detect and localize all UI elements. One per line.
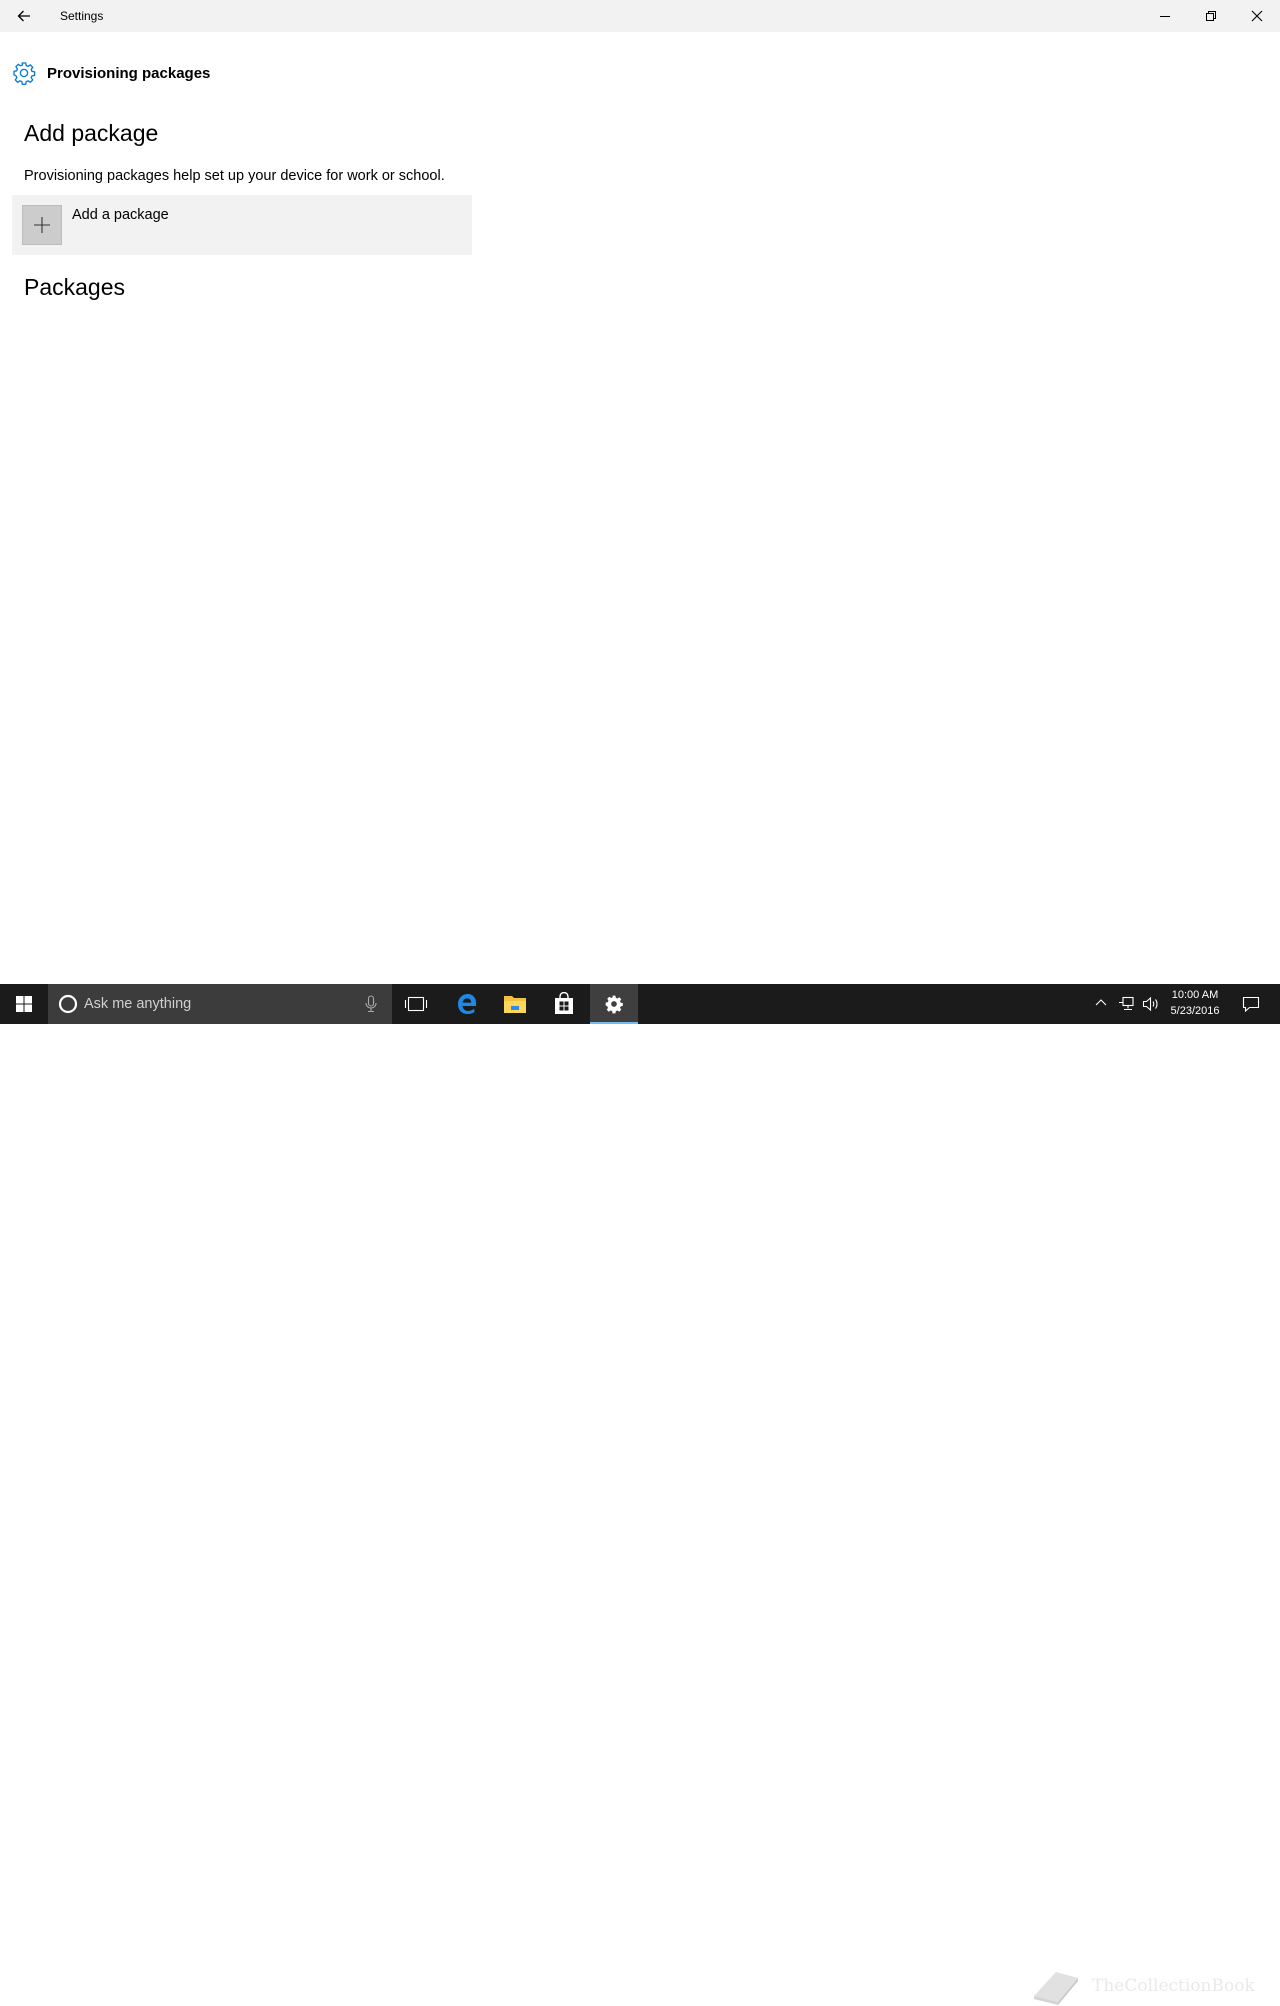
network-icon[interactable]	[1118, 996, 1136, 1012]
add-package-heading: Add package	[24, 120, 159, 146]
settings-taskbar-button[interactable]	[590, 984, 638, 1024]
plus-icon	[22, 205, 62, 245]
close-icon	[1251, 10, 1263, 22]
packages-heading: Packages	[24, 274, 126, 300]
start-button[interactable]	[0, 984, 48, 1024]
task-view-button[interactable]	[392, 984, 440, 1024]
back-button[interactable]	[0, 0, 48, 32]
watermark-text: TheCollectionBook	[1092, 1976, 1255, 1996]
task-view-icon	[404, 996, 428, 1012]
file-explorer-button[interactable]	[491, 984, 539, 1024]
volume-icon[interactable]	[1142, 996, 1160, 1012]
search-placeholder: Ask me anything	[84, 996, 192, 1012]
edge-button[interactable]	[443, 984, 491, 1024]
page-title: Provisioning packages	[47, 64, 211, 82]
taskbar: Ask me anything TheCollectionBook 10:00 …	[0, 984, 1280, 2005]
add-package-label: Add a package	[72, 207, 169, 223]
close-button[interactable]	[1234, 0, 1280, 32]
minimize-button[interactable]	[1142, 0, 1188, 32]
description-text: Provisioning packages help set up your d…	[24, 168, 445, 184]
back-arrow-icon	[17, 10, 30, 22]
title-bar: Settings	[0, 0, 1280, 32]
chevron-up-icon[interactable]	[1094, 996, 1108, 1010]
folder-icon	[504, 996, 526, 1013]
clock[interactable]: 10:00 AM 5/23/2016	[1162, 987, 1228, 1019]
window-title: Settings	[60, 9, 104, 23]
clock-date: 5/23/2016	[1170, 1005, 1220, 1017]
clock-time: 10:00 AM	[1171, 989, 1219, 1001]
watermark: TheCollectionBook	[1030, 1966, 1255, 2006]
store-icon	[555, 992, 573, 1014]
page-header: Provisioning packages	[12, 60, 210, 86]
edge-icon	[458, 994, 476, 1014]
restore-icon	[1206, 11, 1216, 21]
add-package-button[interactable]: Add a package	[12, 195, 472, 255]
action-center-icon[interactable]	[1242, 996, 1260, 1012]
search-box[interactable]: Ask me anything	[48, 984, 392, 1024]
store-button[interactable]	[540, 984, 588, 1024]
book-icon	[1034, 1972, 1078, 2005]
microphone-icon[interactable]	[364, 995, 378, 1013]
windows-logo-icon	[16, 996, 32, 1012]
settings-gear-icon	[605, 995, 623, 1014]
cortana-icon	[58, 994, 78, 1014]
gear-icon	[12, 61, 36, 85]
restore-button[interactable]	[1188, 0, 1234, 32]
minimize-icon	[1160, 16, 1170, 17]
